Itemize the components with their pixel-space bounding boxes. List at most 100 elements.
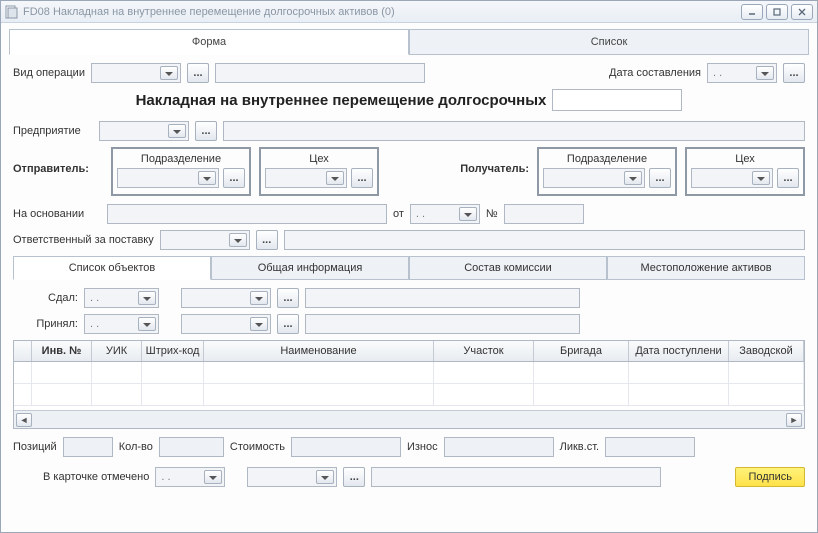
responsible-display	[284, 230, 805, 250]
accepted-person-display	[305, 314, 580, 334]
handed-person-combo[interactable]	[181, 288, 271, 308]
receiver-department-frame: Подразделение ...	[537, 147, 677, 196]
quantity-display	[159, 437, 224, 457]
grid-col-receipt-date[interactable]: Дата поступлени	[629, 341, 729, 361]
sender-dept-lookup[interactable]: ...	[223, 168, 245, 188]
close-button[interactable]	[791, 4, 813, 20]
label-based-on: На основании	[13, 208, 101, 220]
sender-shop-combo[interactable]	[265, 168, 347, 188]
receiver-shop-combo[interactable]	[691, 168, 773, 188]
subtab-general[interactable]: Общая информация	[211, 256, 409, 280]
card-person-display	[371, 467, 661, 487]
sender-shop-lookup[interactable]: ...	[351, 168, 373, 188]
receiver-dept-header: Подразделение	[543, 153, 671, 165]
sub-tabs: Список объектов Общая информация Состав …	[13, 256, 805, 280]
sender-department-frame: Подразделение ...	[111, 147, 251, 196]
enterprise-combo[interactable]	[99, 121, 189, 141]
sign-button[interactable]: Подпись	[735, 467, 805, 487]
grid-col-uik[interactable]: УИК	[92, 341, 142, 361]
card-person-combo[interactable]	[247, 467, 337, 487]
app-icon	[5, 5, 19, 19]
label-enterprise: Предприятие	[13, 125, 93, 137]
label-handed: Сдал:	[13, 292, 78, 304]
responsible-lookup[interactable]: ...	[256, 230, 278, 250]
basis-date-combo[interactable]: . .	[410, 204, 480, 224]
accepted-person-lookup[interactable]: ...	[277, 314, 299, 334]
objects-grid[interactable]: Инв. № УИК Штрих-код Наименование Участо…	[13, 340, 805, 429]
label-card-marked: В карточке отмечено	[43, 471, 149, 483]
cost-display	[291, 437, 401, 457]
basis-number-field[interactable]	[504, 204, 584, 224]
window-controls	[741, 4, 813, 20]
label-operation-type: Вид операции	[13, 67, 85, 79]
grid-col-name[interactable]: Наименование	[204, 341, 434, 361]
sender-dept-header: Подразделение	[117, 153, 245, 165]
receiver-dept-lookup[interactable]: ...	[649, 168, 671, 188]
maximize-button[interactable]	[766, 4, 788, 20]
enterprise-lookup[interactable]: ...	[195, 121, 217, 141]
label-cost: Стоимость	[230, 441, 285, 453]
label-accepted: Принял:	[13, 318, 78, 330]
grid-body[interactable]	[14, 362, 804, 410]
operation-type-display	[215, 63, 425, 83]
doc-title: Накладная на внутреннее перемещение долг…	[136, 92, 547, 109]
sender-shop-frame: Цех ...	[259, 147, 379, 196]
label-number: №	[486, 208, 498, 220]
label-positions: Позиций	[13, 441, 57, 453]
responsible-combo[interactable]	[160, 230, 250, 250]
label-date-created: Дата составления	[609, 67, 701, 79]
main-tabs: Форма Список	[9, 29, 809, 55]
table-row[interactable]	[14, 362, 804, 384]
tab-form[interactable]: Форма	[9, 29, 409, 55]
grid-col-barcode[interactable]: Штрих-код	[142, 341, 204, 361]
subtab-locations[interactable]: Местоположение активов	[607, 256, 805, 280]
grid-hscrollbar[interactable]: ◄ ►	[14, 410, 804, 428]
receiver-dept-combo[interactable]	[543, 168, 645, 188]
card-person-lookup[interactable]: ...	[343, 467, 365, 487]
table-row[interactable]	[14, 384, 804, 406]
label-responsible: Ответственный за поставку	[13, 234, 154, 246]
doc-number-field[interactable]	[552, 89, 682, 111]
handed-person-display	[305, 288, 580, 308]
wear-display	[444, 437, 554, 457]
date-created-combo[interactable]: . .	[707, 63, 777, 83]
subtab-commission[interactable]: Состав комиссии	[409, 256, 607, 280]
card-date-combo[interactable]: . .	[155, 467, 225, 487]
scroll-left-button[interactable]: ◄	[16, 413, 32, 427]
date-created-picker[interactable]: ...	[783, 63, 805, 83]
label-wear: Износ	[407, 441, 438, 453]
operation-type-lookup[interactable]: ...	[187, 63, 209, 83]
scroll-right-button[interactable]: ►	[786, 413, 802, 427]
minimize-button[interactable]	[741, 4, 763, 20]
subtab-objects[interactable]: Список объектов	[13, 256, 211, 280]
grid-col-selector[interactable]	[14, 341, 32, 361]
titlebar: FD08 Накладная на внутреннее перемещение…	[1, 1, 817, 23]
label-sender: Отправитель:	[13, 147, 103, 175]
receiver-shop-header: Цех	[691, 153, 799, 165]
grid-col-section[interactable]: Участок	[434, 341, 534, 361]
liquidation-display	[605, 437, 695, 457]
tab-list[interactable]: Список	[409, 29, 809, 55]
grid-header: Инв. № УИК Штрих-код Наименование Участо…	[14, 341, 804, 362]
operation-type-combo[interactable]	[91, 63, 181, 83]
label-from: от	[393, 208, 404, 220]
handed-person-lookup[interactable]: ...	[277, 288, 299, 308]
grid-col-factory[interactable]: Заводской	[729, 341, 804, 361]
grid-col-brigade[interactable]: Бригада	[534, 341, 629, 361]
sender-dept-combo[interactable]	[117, 168, 219, 188]
form-content: Вид операции ... Дата составления . . ..…	[1, 55, 817, 487]
accepted-date-combo[interactable]: . .	[84, 314, 159, 334]
receiver-shop-lookup[interactable]: ...	[777, 168, 799, 188]
accepted-person-combo[interactable]	[181, 314, 271, 334]
handed-date-combo[interactable]: . .	[84, 288, 159, 308]
sender-shop-header: Цех	[265, 153, 373, 165]
receiver-shop-frame: Цех ...	[685, 147, 805, 196]
label-receiver: Получатель:	[460, 147, 529, 175]
window-title: FD08 Накладная на внутреннее перемещение…	[23, 6, 741, 18]
positions-display	[63, 437, 113, 457]
label-quantity: Кол-во	[119, 441, 153, 453]
based-on-field[interactable]	[107, 204, 387, 224]
label-liquidation: Ликв.ст.	[560, 441, 599, 453]
window-frame: FD08 Накладная на внутреннее перемещение…	[0, 0, 818, 533]
grid-col-invno[interactable]: Инв. №	[32, 341, 92, 361]
